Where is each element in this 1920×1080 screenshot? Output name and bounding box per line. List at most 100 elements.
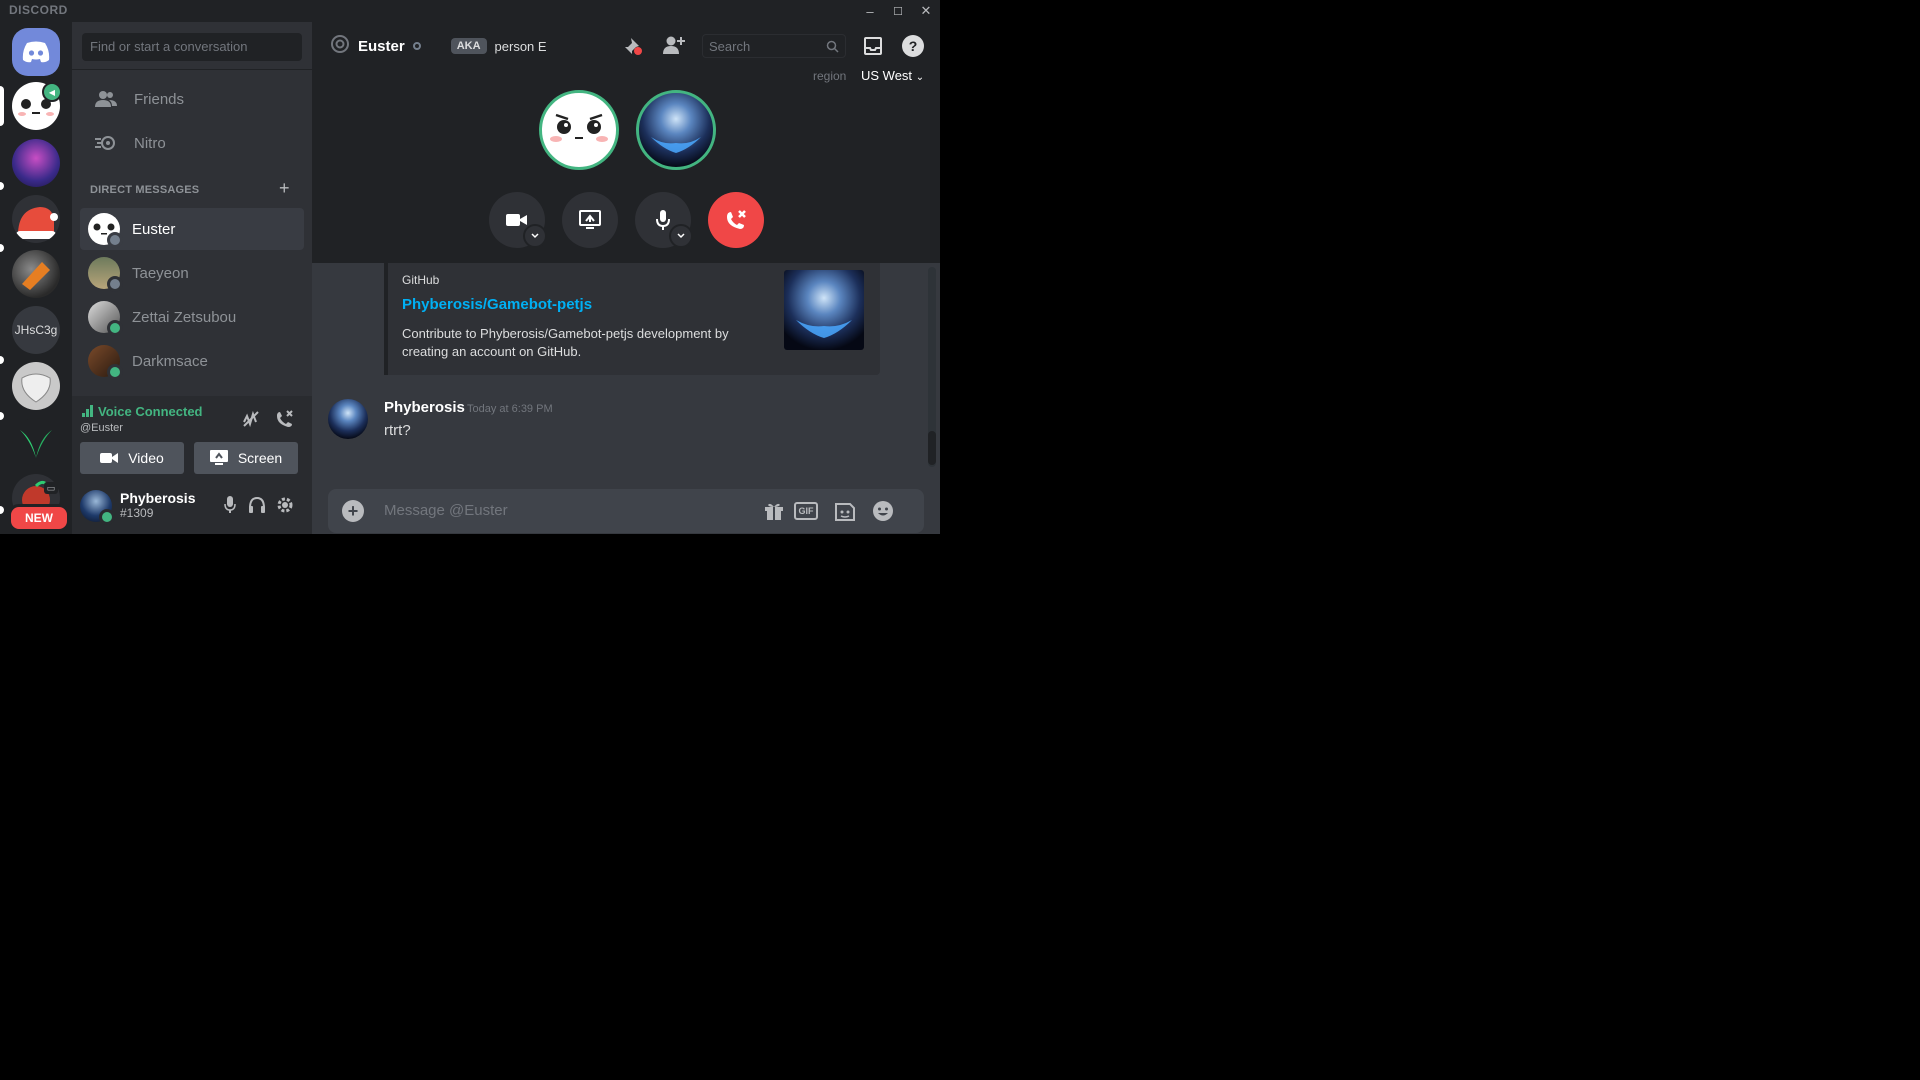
username: Phyberosis xyxy=(120,490,196,506)
guild-jhsc3g[interactable]: JHsC3g xyxy=(12,306,60,354)
app-brand: DISCORD xyxy=(9,3,68,17)
add-friend-icon[interactable] xyxy=(662,35,686,60)
main-content: Euster AKA person E Search ? region US W… xyxy=(312,22,940,534)
settings-gear-icon[interactable] xyxy=(276,496,294,519)
new-badge: NEW xyxy=(8,504,70,532)
unread-indicator xyxy=(0,412,4,420)
avatar xyxy=(88,257,123,292)
hang-up-icon xyxy=(727,210,746,229)
unread-indicator xyxy=(0,506,4,514)
discord-window: DISCORD – ☐ ✕ ◀ JHsC3g ▭ NEW Find or sta… xyxy=(0,0,940,534)
avatar[interactable] xyxy=(328,399,368,439)
pin-icon[interactable] xyxy=(623,36,643,61)
discord-logo-icon xyxy=(22,41,50,63)
dm-item-taeyeon[interactable]: Taeyeon xyxy=(80,252,304,294)
dm-item-darkmsace[interactable]: Darkmsace xyxy=(80,340,304,382)
search-icon xyxy=(826,40,839,53)
guild-art-server[interactable] xyxy=(12,139,60,187)
nav-nitro[interactable]: Nitro xyxy=(80,122,304,164)
at-icon xyxy=(330,34,350,59)
message-author[interactable]: Phyberosis xyxy=(384,399,465,416)
sticker-icon[interactable] xyxy=(834,500,856,527)
unread-indicator xyxy=(0,182,4,190)
call-participant-euster xyxy=(539,90,619,170)
selected-indicator xyxy=(0,86,4,126)
channel-name: Euster xyxy=(358,37,405,55)
close-button[interactable]: ✕ xyxy=(912,0,940,22)
voice-status: Voice Connected xyxy=(82,404,203,419)
chevron-down-icon[interactable] xyxy=(669,224,693,248)
voice-connection-panel: Voice Connected @Euster Video Screen xyxy=(72,396,312,479)
dm-name: Zettai Zetsubou xyxy=(132,308,237,326)
title-bar: DISCORD – ☐ ✕ xyxy=(0,0,940,22)
status-indicator xyxy=(107,320,123,336)
help-icon[interactable]: ? xyxy=(902,35,924,57)
headphones-icon[interactable] xyxy=(248,496,266,519)
avatar[interactable] xyxy=(80,490,115,525)
friends-icon xyxy=(90,90,122,108)
embed-thumbnail[interactable] xyxy=(784,270,864,350)
guild-santa-server[interactable] xyxy=(12,195,60,243)
gif-button[interactable]: GIF xyxy=(794,502,818,520)
signal-icon xyxy=(82,405,93,417)
message-text: rtrt? xyxy=(384,422,411,439)
avatar xyxy=(88,345,123,380)
chevron-down-icon[interactable] xyxy=(523,224,547,248)
embed-description: Contribute to Phyberosis/Gamebot-petjs d… xyxy=(402,326,729,359)
create-dm-button[interactable]: + xyxy=(279,178,290,199)
microphone-icon[interactable] xyxy=(224,496,236,519)
server-list: ◀ JHsC3g ▭ NEW xyxy=(0,22,72,534)
camera-icon xyxy=(100,453,119,463)
inbox-icon[interactable] xyxy=(863,36,883,61)
microphone-icon xyxy=(656,210,670,230)
toggle-camera-button[interactable] xyxy=(489,192,547,248)
video-button[interactable]: Video xyxy=(80,442,184,474)
minimize-button[interactable]: – xyxy=(856,0,884,22)
region-selector[interactable]: US West ⌄ xyxy=(861,68,924,83)
guild-sketch-server[interactable] xyxy=(12,362,60,410)
screen-share-icon xyxy=(209,450,228,465)
find-conversation-input[interactable]: Find or start a conversation xyxy=(82,33,302,61)
status-indicator xyxy=(107,232,123,248)
nav-friends-label: Friends xyxy=(134,90,185,108)
unread-indicator xyxy=(0,356,4,364)
voice-channel: @Euster xyxy=(80,422,123,434)
aka-badge: AKA xyxy=(450,38,487,54)
chat-area: GitHub Phyberosis/Gamebot-petjs Contribu… xyxy=(312,263,940,534)
home-button[interactable] xyxy=(12,28,60,76)
nav-nitro-label: Nitro xyxy=(134,134,166,152)
aka-name: person E xyxy=(494,38,547,54)
direct-messages-header: DIRECT MESSAGES xyxy=(90,184,200,196)
guild-game-server[interactable] xyxy=(12,250,60,298)
gift-icon[interactable] xyxy=(764,501,784,526)
search-input[interactable]: Search xyxy=(702,34,846,58)
monitor-icon: ▭ xyxy=(44,482,58,494)
dm-item-zettai-zetsubou[interactable]: Zettai Zetsubou xyxy=(80,296,304,338)
region-label: region xyxy=(813,69,847,83)
avatar xyxy=(88,213,123,248)
link-embed: GitHub Phyberosis/Gamebot-petjs Contribu… xyxy=(384,263,880,375)
toggle-microphone-button[interactable] xyxy=(635,192,693,248)
emoji-icon[interactable] xyxy=(872,500,894,527)
end-call-button[interactable] xyxy=(708,192,764,248)
sidebar-search-bar: Find or start a conversation xyxy=(72,22,312,70)
dm-name: Taeyeon xyxy=(132,264,189,282)
message-composer[interactable]: + Message @Euster GIF xyxy=(328,489,924,533)
maximize-button[interactable]: ☐ xyxy=(884,0,912,22)
guild-leaf-server[interactable] xyxy=(12,418,60,466)
message-input[interactable]: Message @Euster xyxy=(384,502,508,519)
scrollbar-thumb[interactable] xyxy=(928,431,936,465)
user-discriminator: #1309 xyxy=(120,506,154,520)
call-area: Euster AKA person E Search ? region US W… xyxy=(312,22,940,263)
screen-share-button[interactable]: Screen xyxy=(194,442,298,474)
dm-item-euster[interactable]: Euster xyxy=(80,208,304,250)
nav-friends[interactable]: Friends xyxy=(80,78,304,120)
disconnect-icon[interactable] xyxy=(274,410,294,433)
screen-share-call-button[interactable] xyxy=(562,192,618,248)
unread-indicator xyxy=(0,244,4,252)
embed-title-link[interactable]: Phyberosis/Gamebot-petjs xyxy=(402,296,592,313)
dm-name: Darkmsace xyxy=(132,352,208,370)
upload-plus-icon[interactable]: + xyxy=(342,500,364,522)
noise-suppression-icon[interactable] xyxy=(242,410,260,433)
nitro-icon xyxy=(90,135,122,151)
